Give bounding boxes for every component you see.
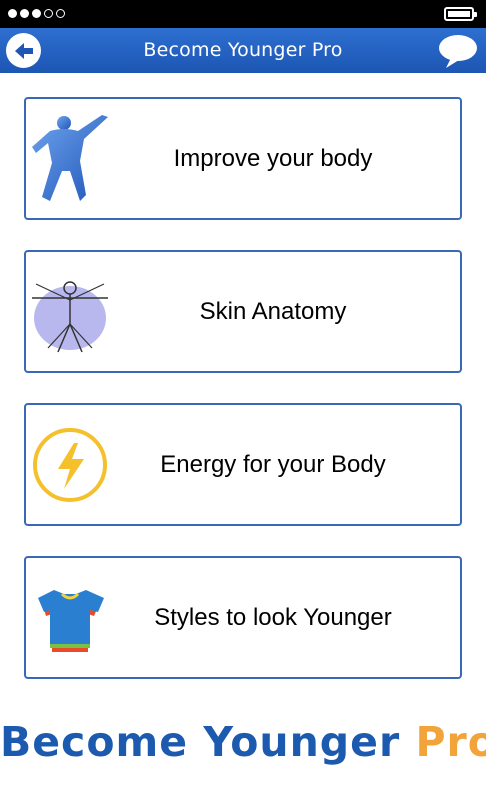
menu-item-styles[interactable]: Styles to look Younger bbox=[24, 556, 462, 679]
menu-item-label: Energy for your Body bbox=[160, 450, 386, 478]
menu-item-label: Improve your body bbox=[173, 144, 373, 172]
menu-item-energy[interactable]: Energy for your Body bbox=[24, 403, 462, 526]
chat-button[interactable] bbox=[437, 32, 479, 70]
menu-item-label: Skin Anatomy bbox=[199, 297, 347, 325]
brand-main-text: Become Younger bbox=[0, 718, 401, 766]
app-bar: Become Younger Pro bbox=[0, 28, 486, 73]
app-title: Become Younger Pro bbox=[143, 39, 343, 61]
menu-item-label: Styles to look Younger bbox=[154, 603, 392, 631]
menu-item-skin-anatomy[interactable]: Skin Anatomy bbox=[24, 250, 462, 373]
footer-brand-logo: Become Younger Pro bbox=[0, 718, 486, 766]
battery-icon bbox=[444, 7, 477, 21]
chat-bubble-icon bbox=[439, 35, 477, 68]
status-bar bbox=[0, 0, 486, 28]
signal-strength-icon bbox=[8, 9, 65, 18]
menu-item-improve-body[interactable]: Improve your body bbox=[24, 97, 462, 220]
brand-pro-text: Pro bbox=[415, 718, 486, 766]
